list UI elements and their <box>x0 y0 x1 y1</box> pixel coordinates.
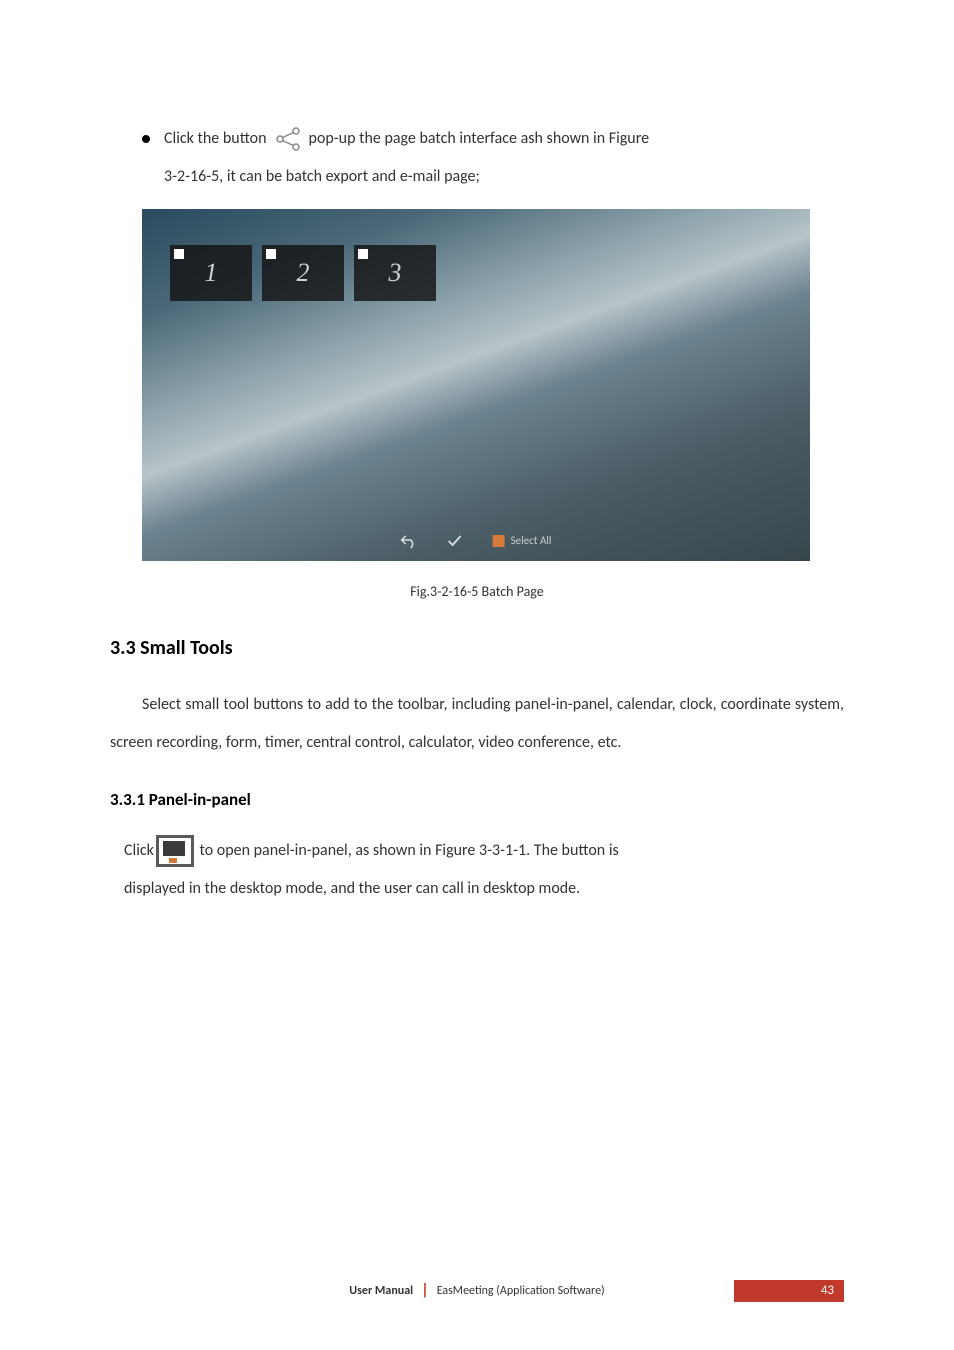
select-all-checkbox-icon[interactable] <box>493 535 505 547</box>
figure-caption: Fig.3-2-16-5 Batch Page <box>110 583 844 600</box>
body-paragraph: Click to open panel-in-panel, as shown i… <box>124 832 844 870</box>
scissor-share-icon <box>273 126 303 152</box>
page-number: 43 <box>734 1280 844 1302</box>
page-thumbnail[interactable]: 1 <box>170 245 252 301</box>
thumbnail-checkbox-icon[interactable] <box>174 249 184 259</box>
panel-in-panel-icon <box>156 835 194 867</box>
subsection-heading: 3.3.1 Panel-in-panel <box>110 789 844 810</box>
check-icon[interactable] <box>447 533 463 549</box>
p2-pre: Click <box>124 841 154 860</box>
footer-product: EasMeeting (Application Software) <box>437 1284 605 1298</box>
page-footer: User Manual | EasMeeting (Application So… <box>0 1281 954 1300</box>
thumbnail-checkbox-icon[interactable] <box>266 249 276 259</box>
select-all-label: Select All <box>511 534 552 547</box>
footer-divider-icon: | <box>421 1281 429 1300</box>
bullet-text-post: pop-up the page batch interface ash show… <box>309 120 650 158</box>
thumbnail-row: 1 2 3 <box>170 245 436 301</box>
p2-post: to open panel-in-panel, as shown in Figu… <box>200 841 619 860</box>
select-all-control[interactable]: Select All <box>493 534 552 547</box>
bullet-dot-icon <box>142 135 150 143</box>
undo-icon[interactable] <box>401 533 417 549</box>
thumbnail-number: 1 <box>205 258 218 288</box>
thumbnail-number: 2 <box>297 258 310 288</box>
page-thumbnail[interactable]: 3 <box>354 245 436 301</box>
page-thumbnail[interactable]: 2 <box>262 245 344 301</box>
thumbnail-number: 3 <box>389 258 402 288</box>
body-paragraph: Select small tool buttons to add to the … <box>110 686 844 763</box>
thumbnail-checkbox-icon[interactable] <box>358 249 368 259</box>
body-paragraph-line2: displayed in the desktop mode, and the u… <box>124 870 844 908</box>
batch-page-screenshot: 1 2 3 Select All <box>142 209 810 561</box>
bullet-text-pre: Click the button <box>164 120 267 158</box>
bullet-item: Click the button pop-up the page batch i… <box>142 120 844 158</box>
footer-label: User Manual <box>349 1284 413 1298</box>
batch-toolbar: Select All <box>401 533 552 549</box>
section-heading: 3.3 Small Tools <box>110 636 844 660</box>
bullet-text-cont: 3-2-16-5, it can be batch export and e-m… <box>164 158 844 196</box>
